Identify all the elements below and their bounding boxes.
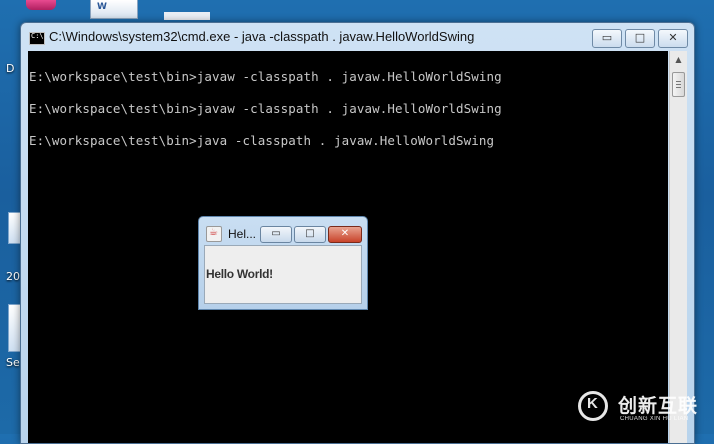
cmd-icon[interactable]: C:\	[29, 32, 45, 45]
minimize-button[interactable]: ▭	[260, 226, 292, 243]
minimize-icon: ▭	[271, 228, 281, 239]
minimize-button[interactable]: ▭	[592, 29, 622, 48]
close-button[interactable]: ✕	[328, 226, 362, 243]
swing-window-title: Hel...	[228, 227, 257, 241]
maximize-button[interactable]: □	[625, 29, 655, 48]
vertical-scrollbar[interactable]: ▲	[669, 51, 687, 443]
watermark-subtext: CHUANG XIN HU LIAN	[620, 416, 689, 422]
scroll-thumb[interactable]	[672, 72, 685, 97]
watermark-logo-icon: K	[578, 391, 608, 421]
watermark: K 创新互联 CHUANG XIN HU LIAN	[578, 388, 714, 428]
console-line: E:\workspace\test\bin>java -classpath . …	[29, 133, 495, 148]
maximize-icon: □	[634, 31, 646, 44]
console-window-title: C:\Windows\system32\cmd.exe - java -clas…	[49, 29, 475, 44]
swing-window[interactable]: ☕ Hel... ▭ □ ✕ Hello World!	[198, 216, 368, 310]
word-document-icon[interactable]: W	[90, 0, 138, 19]
watermark-text: 创新互联	[618, 395, 699, 417]
close-icon: ✕	[340, 228, 350, 239]
scroll-up-icon[interactable]: ▲	[670, 51, 687, 68]
swing-window-controls: ▭ □ ✕	[260, 226, 364, 243]
desktop-label: Se	[6, 356, 20, 369]
console-line: E:\workspace\test\bin>javaw -classpath .…	[29, 101, 502, 116]
console-window-controls: ▭ □ ✕	[589, 29, 688, 48]
swing-content-pane: Hello World!	[204, 245, 362, 304]
java-icon[interactable]: ☕	[206, 226, 222, 242]
word-icon-letter: W	[97, 2, 107, 12]
maximize-button[interactable]: □	[294, 226, 326, 243]
hello-world-label: Hello World!	[206, 267, 273, 281]
desktop-icon[interactable]	[164, 12, 210, 20]
maximize-icon: □	[305, 228, 315, 239]
close-button[interactable]: ✕	[658, 29, 688, 48]
desktop-label: D	[6, 62, 15, 75]
minimize-icon: ▭	[601, 31, 613, 44]
desktop-label: 20	[6, 270, 20, 283]
console-line: E:\workspace\test\bin>javaw -classpath .…	[29, 69, 502, 84]
console-titlebar[interactable]: C:\ C:\Windows\system32\cmd.exe - java -…	[21, 23, 694, 50]
desktop-icon[interactable]	[26, 0, 56, 10]
close-icon: ✕	[668, 31, 678, 44]
